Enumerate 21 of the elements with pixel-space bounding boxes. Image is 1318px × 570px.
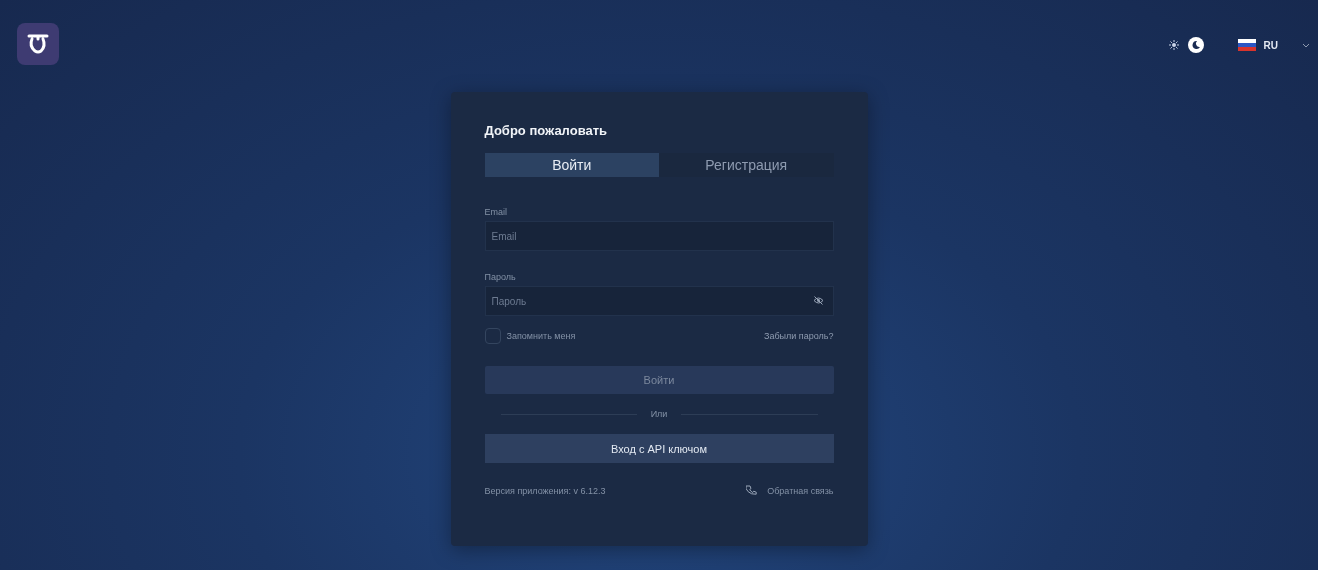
logo-icon <box>17 23 59 65</box>
email-field[interactable]: Email <box>484 221 834 251</box>
password-field[interactable]: Пароль <box>484 286 834 316</box>
api-key-button[interactable]: Вход с API ключом <box>484 434 834 463</box>
version-text: Версия приложения: v 6.12.3 <box>484 485 606 496</box>
feedback-link[interactable]: Обратная связь <box>746 485 834 496</box>
tab[interactable]: Войти <box>484 153 659 177</box>
phone-icon <box>746 485 758 496</box>
forgot-password-link[interactable]: Забыли пароль? <box>764 331 834 341</box>
field-label: Email <box>484 207 508 217</box>
moon-icon[interactable] <box>1187 37 1204 53</box>
language-select[interactable]: RU <box>1237 39 1310 51</box>
field-label: Пароль <box>484 272 517 282</box>
tab[interactable]: Регистрация <box>659 153 834 177</box>
remember-label: Запомнить меня <box>506 331 576 341</box>
divider-label: Или <box>650 409 668 419</box>
remember-checkbox[interactable] <box>484 328 501 344</box>
card-title: Добро пожаловать <box>484 123 609 138</box>
flag-icon <box>1237 39 1256 51</box>
eye-off-icon[interactable] <box>812 296 824 305</box>
chevron-icon <box>1302 42 1310 48</box>
